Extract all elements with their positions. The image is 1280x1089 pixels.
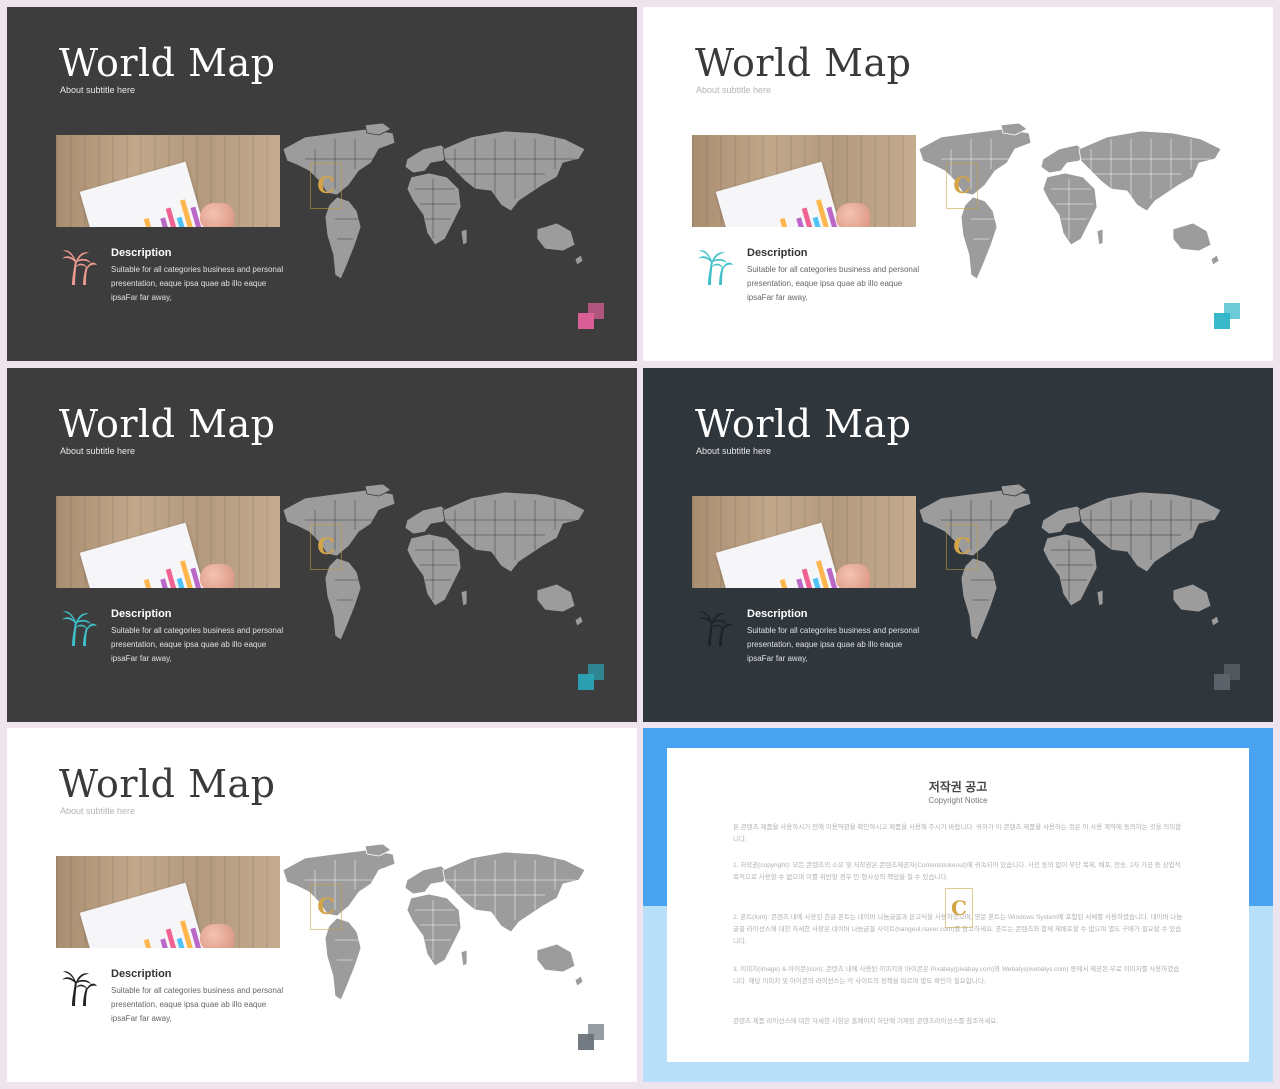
slide-3[interactable]: World Map About subtitle here C Descript… bbox=[7, 368, 637, 722]
logo-watermark: C bbox=[946, 524, 978, 570]
slide-4[interactable]: World Map About subtitle here C Descript… bbox=[643, 368, 1273, 722]
copyright-title: 저작권 공고 bbox=[928, 780, 988, 794]
chart-photo bbox=[692, 135, 916, 227]
description-title: Description bbox=[747, 608, 808, 620]
copyright-card: 저작권 공고 Copyright Notice 본 콘텐츠 제품을 사용하시기 … bbox=[667, 748, 1249, 1062]
hand-image bbox=[200, 203, 234, 227]
slide-subtitle: About subtitle here bbox=[60, 806, 136, 816]
palm-tree-icon bbox=[61, 608, 97, 648]
copyright-slide[interactable]: 저작권 공고 Copyright Notice 본 콘텐츠 제품을 사용하시기 … bbox=[643, 728, 1273, 1082]
world-map bbox=[275, 119, 595, 299]
paper-chart-bar bbox=[143, 578, 158, 588]
palm-tree-icon bbox=[61, 968, 97, 1008]
paper-chart-image bbox=[79, 522, 211, 588]
squares-icon bbox=[1214, 303, 1242, 331]
copyright-paragraph-intro: 본 콘텐츠 제품을 사용하시기 전에 이용약관을 확인하시고 제품을 사용해 주… bbox=[733, 824, 1182, 843]
copyright-paragraph-copyright: 1. 저작권(copyright): 모든 콘텐츠의 소유 및 저작권은 콘텐츠… bbox=[733, 862, 1181, 881]
slide-5[interactable]: World Map About subtitle here C Descript… bbox=[7, 728, 637, 1082]
palm-tree-icon bbox=[697, 247, 733, 287]
world-map bbox=[911, 480, 1231, 660]
world-map bbox=[275, 840, 595, 1020]
chart-photo bbox=[692, 496, 916, 588]
copyright-subtitle: Copyright Notice bbox=[928, 796, 988, 805]
palm-tree-icon bbox=[61, 247, 97, 287]
squares-icon bbox=[578, 303, 606, 331]
description-title: Description bbox=[747, 247, 808, 259]
chart-photo bbox=[56, 856, 280, 948]
logo-watermark: C bbox=[310, 163, 342, 209]
palm-tree-icon bbox=[697, 608, 733, 648]
paper-chart-image bbox=[715, 522, 847, 588]
slide-subtitle: About subtitle here bbox=[696, 446, 772, 456]
paper-chart-bar bbox=[779, 217, 794, 227]
description-title: Description bbox=[111, 608, 172, 620]
copyright-paragraph-image: 3. 이미지(image) & 아이콘(icon): 콘텐츠 내에 사용된 이미… bbox=[733, 966, 1180, 985]
slide-subtitle: About subtitle here bbox=[696, 85, 772, 95]
description-text: Suitable for all categories business and… bbox=[747, 265, 920, 302]
description-title: Description bbox=[111, 968, 172, 980]
logo-watermark: C bbox=[310, 884, 342, 930]
copyright-paragraph-license: 콘텐츠 제품 라이선스에 대한 자세한 사항은 홈페이지 하단에 기재된 콘텐츠… bbox=[733, 1018, 999, 1025]
slide-subtitle: About subtitle here bbox=[60, 85, 136, 95]
slide-title: World Map bbox=[695, 41, 912, 85]
squares-icon bbox=[1214, 664, 1242, 692]
paper-chart-bar bbox=[779, 578, 794, 588]
paper-chart-image bbox=[79, 161, 211, 227]
hand-image bbox=[836, 203, 870, 227]
chart-photo bbox=[56, 135, 280, 227]
slide-1[interactable]: World Map About subtitle here C Descript… bbox=[7, 7, 637, 361]
world-map bbox=[275, 480, 595, 660]
paper-chart-image bbox=[79, 882, 211, 948]
description-text: Suitable for all categories business and… bbox=[747, 626, 920, 663]
description-text: Suitable for all categories business and… bbox=[111, 265, 284, 302]
slide-2[interactable]: World Map About subtitle here C Descript… bbox=[643, 7, 1273, 361]
slide-title: World Map bbox=[59, 762, 276, 806]
world-map bbox=[911, 119, 1231, 299]
description-title: Description bbox=[111, 247, 172, 259]
logo-watermark: C bbox=[946, 163, 978, 209]
slide-title: World Map bbox=[59, 402, 276, 446]
hand-image bbox=[836, 564, 870, 588]
slide-subtitle: About subtitle here bbox=[60, 446, 136, 456]
paper-chart-image bbox=[715, 161, 847, 227]
paper-chart-bar bbox=[143, 217, 158, 227]
description-text: Suitable for all categories business and… bbox=[111, 626, 284, 663]
hand-image bbox=[200, 924, 234, 948]
slide-title: World Map bbox=[59, 41, 276, 85]
description-text: Suitable for all categories business and… bbox=[111, 986, 284, 1023]
squares-icon bbox=[578, 664, 606, 692]
paper-chart-bar bbox=[143, 938, 158, 948]
squares-icon bbox=[578, 1024, 606, 1052]
chart-photo bbox=[56, 496, 280, 588]
logo-watermark: C bbox=[310, 524, 342, 570]
logo-watermark: C bbox=[945, 888, 973, 928]
hand-image bbox=[200, 564, 234, 588]
slide-title: World Map bbox=[695, 402, 912, 446]
